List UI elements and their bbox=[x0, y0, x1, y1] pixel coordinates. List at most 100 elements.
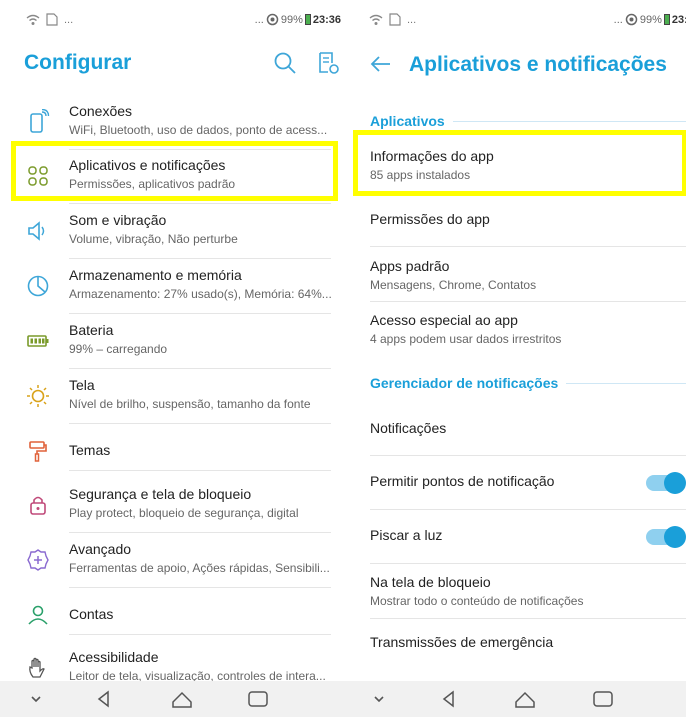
status-dots-right: ... bbox=[254, 13, 264, 26]
item-app-permissions[interactable]: Permissões do app bbox=[343, 193, 686, 247]
speaker-icon bbox=[28, 221, 45, 241]
item-subtitle: Mensagens, Chrome, Contatos bbox=[370, 278, 537, 292]
section-header-apps: Aplicativos bbox=[370, 113, 686, 129]
item-title: Segurança e tela de bloqueio bbox=[69, 486, 252, 502]
item-subtitle: Armazenamento: 27% usado(s), Memória: 64… bbox=[69, 287, 332, 301]
item-title: Permissões do app bbox=[370, 211, 490, 227]
sync-icon bbox=[625, 13, 638, 26]
item-title: Armazenamento e memória bbox=[69, 267, 242, 283]
item-title: Acessibilidade bbox=[69, 649, 159, 665]
back-arrow-icon[interactable] bbox=[369, 52, 393, 76]
divider bbox=[370, 246, 686, 247]
item-subtitle: 99% – carregando bbox=[69, 342, 168, 356]
item-title: Contas bbox=[69, 606, 114, 622]
divider bbox=[370, 563, 686, 564]
chevron-down-icon[interactable] bbox=[24, 687, 48, 711]
storage-pie-icon bbox=[27, 275, 49, 297]
battery-percent: 99% bbox=[280, 13, 303, 26]
item-title: Piscar a luz bbox=[370, 527, 443, 543]
document-settings-icon[interactable] bbox=[315, 50, 341, 76]
advanced-gear-icon bbox=[27, 549, 49, 571]
item-subtitle: Play protect, bloqueio de segurança, dig… bbox=[69, 506, 299, 520]
item-title: Temas bbox=[69, 442, 111, 458]
item-subtitle: Volume, vibração, Não perturbe bbox=[69, 232, 238, 246]
item-title: Conexões bbox=[69, 103, 133, 119]
status-dots: ... bbox=[64, 13, 74, 26]
item-subtitle: Ferramentas de apoio, Ações rápidas, Sen… bbox=[69, 561, 330, 575]
recents-icon[interactable] bbox=[246, 687, 270, 711]
section-label: Aplicativos bbox=[370, 113, 445, 129]
home-icon[interactable] bbox=[170, 687, 194, 711]
blink-light-toggle[interactable] bbox=[646, 526, 686, 548]
phone-signal-icon bbox=[30, 109, 50, 133]
status-bar: ... ... 99% 23:36 bbox=[343, 0, 686, 44]
settings-screen: ... ... 99% 23:36 Configurar Conexões WiF… bbox=[0, 0, 343, 717]
section-line bbox=[566, 382, 686, 384]
settings-item-som[interactable]: Som e vibração Volume, vibração, Não pert… bbox=[0, 204, 343, 258]
item-title: Permitir pontos de notificação bbox=[370, 473, 555, 489]
item-blink-light[interactable]: Piscar a luz bbox=[343, 509, 686, 563]
hand-icon bbox=[29, 657, 45, 678]
item-special-access[interactable]: Acesso especial ao app 4 apps podem usar … bbox=[343, 304, 686, 358]
item-title: Transmissões de emergência bbox=[370, 634, 554, 650]
item-notification-dots[interactable]: Permitir pontos de notificação bbox=[343, 455, 686, 509]
settings-item-armazenamento[interactable]: Armazenamento e memória Armazenamento: 27… bbox=[0, 259, 343, 313]
paint-roller-icon bbox=[29, 441, 47, 462]
brightness-icon bbox=[27, 385, 49, 407]
item-subtitle: Mostrar todo o conteúdo de notificações bbox=[370, 594, 584, 608]
item-notifications[interactable]: Notificações bbox=[343, 402, 686, 456]
item-emergency-broadcasts[interactable]: Transmissões de emergência bbox=[343, 616, 686, 670]
page-title: Aplicativos e notificações bbox=[409, 53, 667, 76]
recents-icon[interactable] bbox=[591, 687, 615, 711]
chevron-down-icon[interactable] bbox=[367, 687, 391, 711]
file-icon bbox=[389, 13, 401, 26]
status-bar: ... ... 99% 23:36 bbox=[0, 0, 343, 44]
account-icon bbox=[28, 605, 48, 625]
item-subtitle: 4 apps podem usar dados irrestritos bbox=[370, 332, 562, 346]
search-icon[interactable] bbox=[272, 50, 298, 76]
toggle-knob bbox=[664, 472, 686, 494]
item-title: Bateria bbox=[69, 322, 114, 338]
section-label: Gerenciador de notificações bbox=[370, 375, 559, 391]
wifi-icon bbox=[369, 14, 383, 25]
item-title: Acesso especial ao app bbox=[370, 312, 518, 328]
item-title: Na tela de bloqueio bbox=[370, 574, 491, 590]
item-default-apps[interactable]: Apps padrão Mensagens, Chrome, Contatos bbox=[343, 250, 686, 304]
battery-percent: 99% bbox=[639, 13, 662, 26]
battery-icon bbox=[27, 335, 49, 347]
item-title: Notificações bbox=[370, 420, 447, 436]
item-subtitle: Nível de brilho, suspensão, tamanho da f… bbox=[69, 397, 311, 411]
back-triangle-icon[interactable] bbox=[92, 687, 116, 711]
settings-item-seguranca[interactable]: Segurança e tela de bloqueio Play protect… bbox=[0, 478, 343, 532]
item-title: Som e vibração bbox=[69, 212, 167, 228]
battery-icon bbox=[304, 14, 311, 25]
file-icon bbox=[46, 13, 58, 26]
page-title: Configurar bbox=[24, 51, 132, 74]
item-subtitle: WiFi, Bluetooth, uso de dados, ponto de … bbox=[69, 123, 328, 137]
highlight-box bbox=[11, 141, 338, 201]
divider bbox=[370, 301, 686, 302]
highlight-box bbox=[353, 130, 686, 196]
toggle-knob bbox=[664, 526, 686, 548]
apps-notifications-screen: ... ... 99% 23:36 Aplicativos e notifica… bbox=[343, 0, 686, 717]
settings-item-bateria[interactable]: Bateria 99% – carregando bbox=[0, 314, 343, 368]
status-time: 23:36 bbox=[671, 13, 686, 26]
sync-icon bbox=[266, 13, 279, 26]
settings-item-avancado[interactable]: Avançado Ferramentas de apoio, Ações rápi… bbox=[0, 533, 343, 587]
notification-dots-toggle[interactable] bbox=[646, 472, 686, 494]
divider bbox=[69, 634, 331, 635]
item-lock-screen[interactable]: Na tela de bloqueio Mostrar todo o conteú… bbox=[343, 566, 686, 620]
section-header-notifications: Gerenciador de notificações bbox=[370, 375, 686, 391]
status-time: 23:36 bbox=[312, 13, 341, 26]
back-triangle-icon[interactable] bbox=[437, 687, 461, 711]
wifi-icon bbox=[26, 14, 40, 25]
item-title: Apps padrão bbox=[370, 258, 450, 274]
status-dots-right: ... bbox=[613, 13, 623, 26]
item-title: Avançado bbox=[69, 541, 132, 557]
battery-icon bbox=[663, 14, 670, 25]
home-icon[interactable] bbox=[513, 687, 537, 711]
item-title: Tela bbox=[69, 377, 95, 393]
status-dots: ... bbox=[407, 13, 417, 26]
settings-item-tela[interactable]: Tela Nível de brilho, suspensão, tamanho … bbox=[0, 369, 343, 423]
nav-bar bbox=[0, 681, 343, 717]
